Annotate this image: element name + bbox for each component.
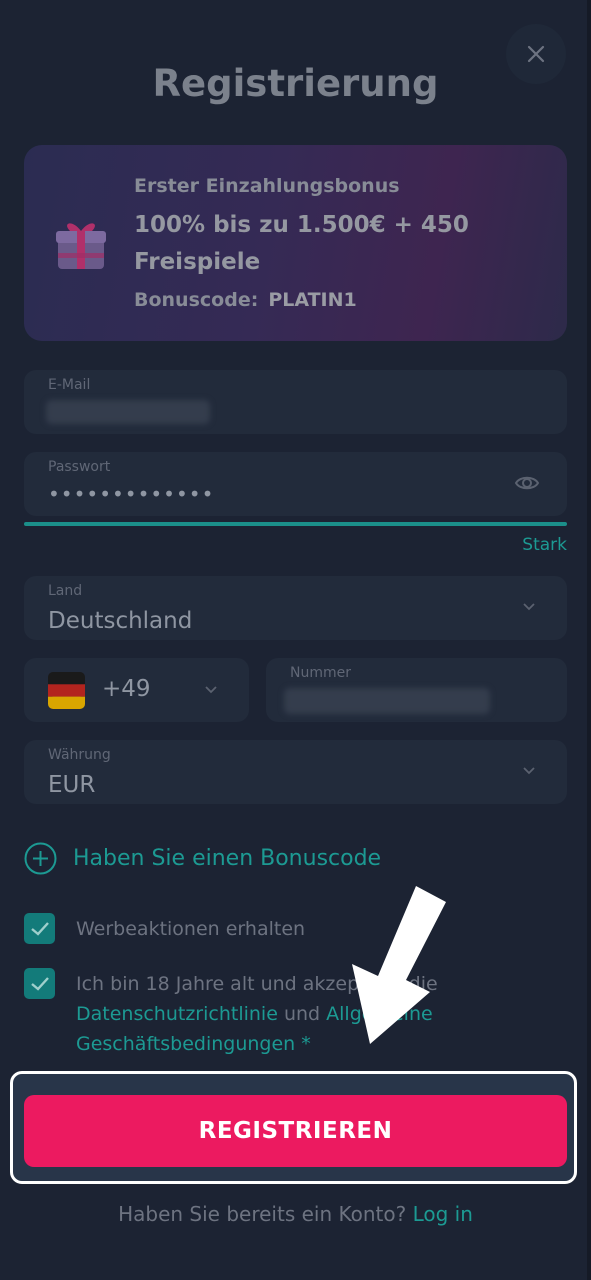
login-prompt: Haben Sie bereits ein Konto? Log in xyxy=(0,1202,591,1226)
email-value-blurred xyxy=(46,400,210,424)
scrollbar[interactable] xyxy=(587,0,591,1280)
password-value: ••••••••••••• xyxy=(48,482,215,506)
country-value: Deutschland xyxy=(48,608,193,634)
checkmark-icon xyxy=(30,921,49,936)
promotions-checkbox-label: Werbeaktionen erhalten xyxy=(76,918,306,940)
country-select[interactable]: Land Deutschland xyxy=(24,576,567,640)
country-label: Land xyxy=(48,583,83,599)
register-button[interactable]: REGISTRIEREN xyxy=(24,1095,567,1167)
password-label: Passwort xyxy=(48,459,111,475)
phone-prefix-select[interactable]: +49 xyxy=(24,658,249,722)
close-icon xyxy=(527,45,545,63)
bonus-code: Bonuscode: PLATIN1 xyxy=(134,289,357,311)
terms-connector: und xyxy=(283,1003,321,1025)
currency-select[interactable]: Währung EUR xyxy=(24,740,567,804)
chevron-down-icon xyxy=(523,603,535,611)
privacy-policy-link[interactable]: Datenschutzrichtlinie xyxy=(76,1003,278,1025)
chevron-down-icon xyxy=(523,767,535,775)
bonus-code-link[interactable]: Haben Sie einen Bonuscode xyxy=(73,846,381,871)
phone-number-value-blurred xyxy=(284,688,490,714)
registration-modal: Registrierung Erster Einzahlungsbonus 10… xyxy=(0,0,591,1280)
promotions-checkbox[interactable] xyxy=(24,913,55,944)
checkmark-icon xyxy=(30,976,49,991)
email-field[interactable]: E-Mail xyxy=(24,370,567,434)
password-field[interactable]: Passwort ••••••••••••• xyxy=(24,452,567,516)
password-strength-label: Stark xyxy=(522,535,567,555)
arrow-annotation-icon xyxy=(352,886,446,1044)
plus-circle-icon xyxy=(24,842,57,875)
eye-icon[interactable] xyxy=(514,472,540,494)
phone-number-label: Nummer xyxy=(290,665,351,681)
currency-value: EUR xyxy=(48,772,96,798)
page-title: Registrierung xyxy=(152,62,439,105)
bonus-heading: Erster Einzahlungsbonus xyxy=(134,175,400,197)
chevron-down-icon xyxy=(205,686,217,694)
phone-prefix-value: +49 xyxy=(102,676,151,702)
bonus-banner: Erster Einzahlungsbonus 100% bis zu 1.50… xyxy=(24,145,567,341)
login-question: Haben Sie bereits ein Konto? xyxy=(118,1202,407,1226)
email-label: E-Mail xyxy=(48,377,91,393)
bonus-code-value: PLATIN1 xyxy=(268,289,357,311)
currency-label: Währung xyxy=(48,747,111,763)
phone-number-field[interactable]: Nummer xyxy=(266,658,567,722)
bonus-code-toggle[interactable]: Haben Sie einen Bonuscode xyxy=(24,842,381,875)
login-link[interactable]: Log in xyxy=(413,1202,473,1226)
bonus-offer: 100% bis zu 1.500€ + 450 Freispiele xyxy=(134,212,469,275)
terms-checkbox[interactable] xyxy=(24,968,55,999)
password-strength-bar xyxy=(24,522,567,526)
required-asterisk: * xyxy=(301,1033,311,1055)
germany-flag-icon xyxy=(48,672,85,709)
gift-icon xyxy=(56,223,106,269)
bonus-code-label: Bonuscode: xyxy=(134,289,259,311)
